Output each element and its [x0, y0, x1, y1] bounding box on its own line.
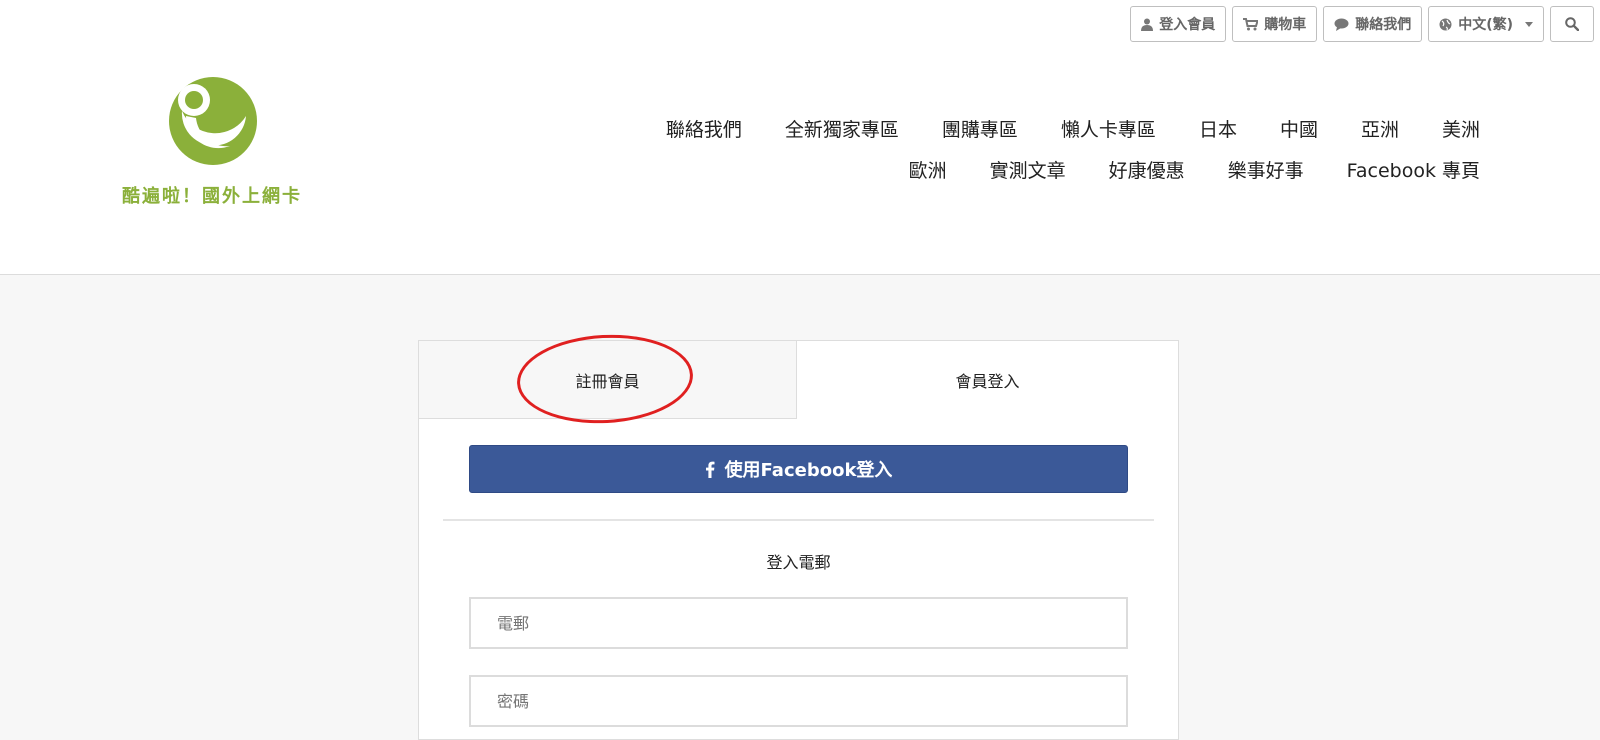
nav-item-good-news[interactable]: 樂事好事: [1228, 156, 1304, 183]
search-icon: [1565, 17, 1579, 31]
nav-item-asia[interactable]: 亞洲: [1361, 115, 1399, 142]
logo-text[interactable]: 酷遍啦！國外上網卡: [122, 182, 302, 208]
nav-item-deals[interactable]: 好康優惠: [1109, 156, 1185, 183]
nav-item-japan[interactable]: 日本: [1199, 115, 1237, 142]
nav-item-reviews[interactable]: 實測文章: [990, 156, 1066, 183]
login-panel: 註冊會員 會員登入 使用Facebook登入 登入電郵: [418, 330, 1179, 740]
nav-item-contact[interactable]: 聯絡我們: [666, 115, 742, 142]
divider: [443, 519, 1154, 521]
logo-icon[interactable]: [168, 76, 258, 166]
nav-item-europe[interactable]: 歐洲: [909, 156, 947, 183]
main-nav-row-2: 歐洲 實測文章 好康優惠 樂事好事 Facebook 專頁: [866, 156, 1480, 183]
utility-bar: 登入會員 購物車 聯絡我們 中文(繁): [1130, 6, 1594, 42]
cart-button[interactable]: 購物車: [1232, 6, 1318, 42]
member-login-button[interactable]: 登入會員: [1130, 6, 1227, 42]
tab-login-label: 會員登入: [955, 372, 1020, 391]
chat-icon: [1334, 18, 1349, 31]
nav-item-china[interactable]: 中國: [1280, 115, 1318, 142]
language-label: 中文(繁): [1458, 17, 1513, 33]
password-input[interactable]: [469, 675, 1128, 727]
main-nav-row-1: 聯絡我們 全新獨家專區 團購專區 懶人卡專區 日本 中國 亞洲 美洲: [623, 115, 1480, 142]
facebook-login-button[interactable]: 使用Facebook登入: [469, 445, 1128, 493]
nav-item-americas[interactable]: 美洲: [1442, 115, 1480, 142]
email-section-label: 登入電郵: [766, 553, 831, 572]
email-input[interactable]: [469, 597, 1128, 649]
contact-us-label: 聯絡我們: [1355, 17, 1412, 33]
tab-login[interactable]: 會員登入: [797, 341, 1178, 419]
search-button[interactable]: [1550, 6, 1594, 42]
facebook-icon: [705, 461, 715, 478]
language-dropdown[interactable]: 中文(繁): [1428, 6, 1544, 42]
site-header: 登入會員 購物車 聯絡我們 中文(繁) 酷遍啦！國外上網卡 聯絡我們 全新獨家專…: [0, 0, 1600, 275]
globe-icon: [1439, 18, 1452, 30]
nav-item-lazy-card[interactable]: 懶人卡專區: [1061, 115, 1156, 142]
member-login-label: 登入會員: [1159, 17, 1216, 33]
cart-label: 購物車: [1264, 17, 1307, 33]
facebook-login-label: 使用Facebook登入: [724, 460, 893, 481]
cart-icon: [1243, 17, 1259, 30]
auth-tabs: 註冊會員 會員登入: [419, 330, 1178, 428]
nav-item-group-buy[interactable]: 團購專區: [942, 115, 1018, 142]
nav-item-exclusive[interactable]: 全新獨家專區: [785, 115, 899, 142]
contact-us-button[interactable]: 聯絡我們: [1323, 6, 1423, 42]
nav-item-facebook-page[interactable]: Facebook 專頁: [1347, 156, 1480, 183]
chevron-down-icon: [1525, 21, 1533, 27]
user-icon: [1141, 18, 1154, 31]
